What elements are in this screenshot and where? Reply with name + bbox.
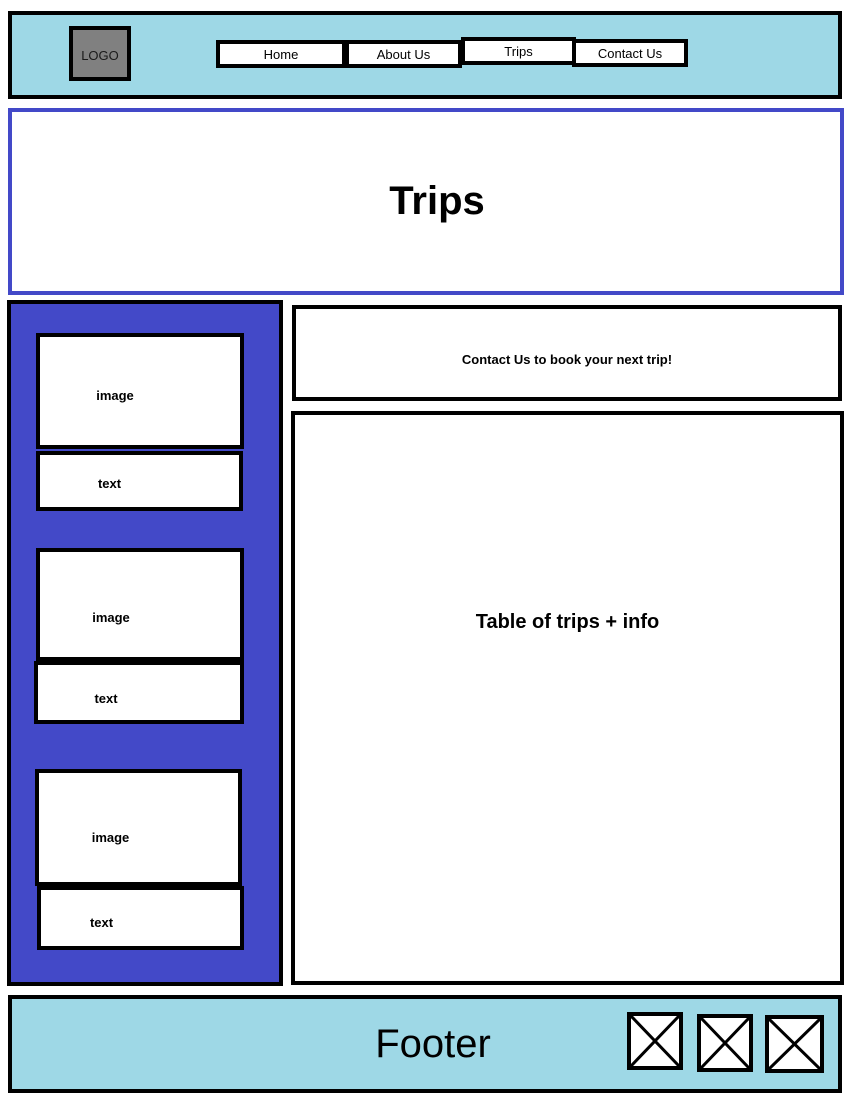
- image-placeholder-label: image: [91, 830, 130, 845]
- logo[interactable]: LOGO: [69, 26, 131, 81]
- placeholder-x-icon[interactable]: [697, 1014, 753, 1072]
- sidebar-card-1-image[interactable]: image: [36, 333, 244, 449]
- sidebar-card-3-image[interactable]: image: [35, 769, 242, 886]
- trips-table: Table of trips + info: [291, 411, 844, 985]
- nav-home-button[interactable]: Home: [216, 40, 346, 68]
- placeholder-x-icon[interactable]: [765, 1015, 824, 1073]
- nav-about-button[interactable]: About Us: [345, 40, 462, 68]
- sidebar-card-2-text: text: [34, 661, 244, 724]
- sidebar-card-2-image[interactable]: image: [36, 548, 244, 661]
- page-title: Trips: [389, 179, 485, 223]
- cta-text: Contact Us to book your next trip!: [461, 351, 673, 367]
- text-placeholder-label: text: [94, 691, 118, 706]
- sidebar-card-1-text: text: [36, 451, 243, 511]
- trips-table-label: Table of trips + info: [475, 611, 660, 633]
- sidebar-card-3-text: text: [37, 886, 244, 950]
- nav-contact-label: Contact Us: [597, 45, 663, 61]
- nav-contact-button[interactable]: Contact Us: [572, 39, 688, 67]
- image-placeholder-label: image: [96, 387, 134, 403]
- cta-banner[interactable]: Contact Us to book your next trip!: [292, 305, 842, 401]
- text-placeholder-label: text: [89, 914, 114, 930]
- footer-label: Footer: [375, 1021, 491, 1066]
- nav-home-label: Home: [263, 46, 299, 62]
- nav-trips-label: Trips: [504, 44, 533, 59]
- nav-trips-button[interactable]: Trips: [461, 37, 576, 65]
- image-placeholder-label: image: [92, 610, 130, 625]
- logo-text: LOGO: [81, 48, 119, 63]
- placeholder-x-icon[interactable]: [627, 1012, 683, 1070]
- hero-banner: Trips: [8, 108, 844, 295]
- nav-about-label: About Us: [376, 46, 431, 62]
- text-placeholder-label: text: [97, 475, 122, 491]
